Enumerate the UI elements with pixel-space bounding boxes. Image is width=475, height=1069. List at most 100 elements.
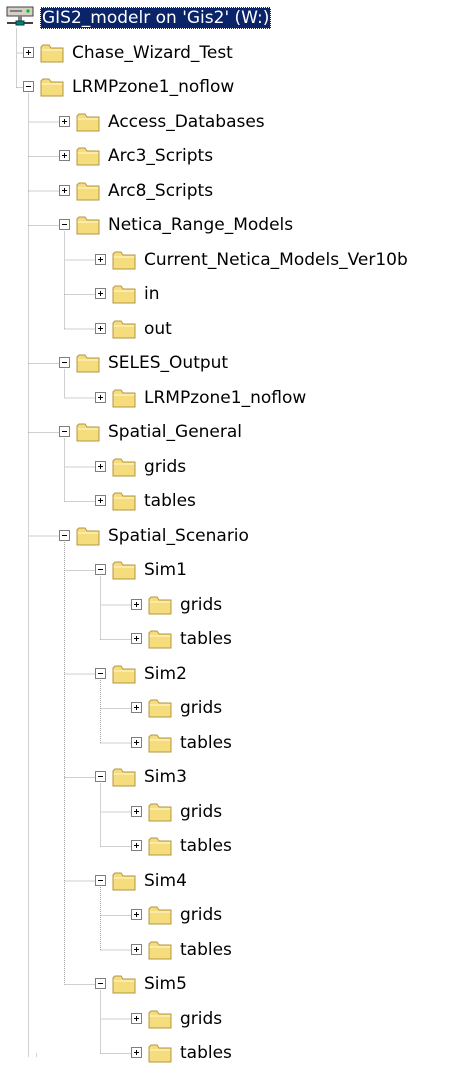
folder-label[interactable]: in xyxy=(142,283,162,305)
folder-label[interactable]: Sim3 xyxy=(142,766,189,788)
folder-icon xyxy=(148,801,173,823)
folder-label[interactable]: grids xyxy=(178,594,224,616)
collapse-minus-icon[interactable] xyxy=(95,978,106,989)
folder-label[interactable]: Chase_Wizard_Test xyxy=(70,42,235,64)
tree-node[interactable]: Sim2 xyxy=(0,662,475,688)
tree-node[interactable]: LRMPzone1_noflow xyxy=(0,75,475,101)
folder-label[interactable]: grids xyxy=(178,1008,224,1030)
tree-node[interactable]: Access_Databases xyxy=(0,110,475,136)
expand-plus-icon[interactable] xyxy=(95,288,106,299)
tree-node[interactable]: Arc3_Scripts xyxy=(0,144,475,170)
expand-plus-icon[interactable] xyxy=(131,840,142,851)
tree-node[interactable]: tables xyxy=(0,1041,475,1067)
expand-plus-icon[interactable] xyxy=(95,460,106,472)
folder-label[interactable]: grids xyxy=(178,801,224,823)
folder-label[interactable]: LRMPzone1_noflow xyxy=(70,76,236,98)
expand-plus-icon[interactable] xyxy=(131,943,142,955)
tree-node[interactable]: Spatial_General xyxy=(0,420,475,446)
expand-plus-icon[interactable] xyxy=(95,495,106,506)
expand-plus-icon[interactable] xyxy=(131,736,142,748)
drive-label[interactable]: GIS2_modelr on 'Gis2' (W:) xyxy=(40,7,272,29)
folder-label[interactable]: Arc8_Scripts xyxy=(106,180,215,202)
folder-label[interactable]: Current_Netica_Models_Ver10b xyxy=(142,249,410,271)
folder-label[interactable]: Sim1 xyxy=(142,559,189,581)
expand-plus-icon[interactable] xyxy=(95,253,106,265)
folder-label[interactable]: tables xyxy=(178,835,234,857)
tree-node[interactable]: Sim4 xyxy=(0,869,475,895)
expand-plus-icon[interactable] xyxy=(131,1012,142,1024)
tree-node[interactable]: tables xyxy=(0,938,475,964)
folder-label[interactable]: grids xyxy=(178,904,224,926)
tree-node[interactable]: LRMPzone1_noflow xyxy=(0,386,475,412)
folder-icon xyxy=(148,904,173,926)
tree-node[interactable]: grids xyxy=(0,455,475,481)
expand-plus-icon[interactable] xyxy=(95,322,106,334)
tree-node[interactable]: out xyxy=(0,317,475,343)
expand-plus-icon[interactable] xyxy=(59,184,70,196)
tree-node[interactable]: SELES_Output xyxy=(0,351,475,377)
expand-plus-icon[interactable] xyxy=(131,633,142,644)
collapse-minus-icon[interactable] xyxy=(95,874,106,886)
expand-plus-icon[interactable] xyxy=(131,702,142,713)
folder-label[interactable]: Sim4 xyxy=(142,870,189,892)
folder-label[interactable]: tables xyxy=(178,732,234,754)
folder-icon xyxy=(148,835,173,857)
collapse-minus-icon[interactable] xyxy=(95,771,106,782)
collapse-minus-icon[interactable] xyxy=(59,426,70,437)
folder-icon xyxy=(148,628,173,650)
folder-icon xyxy=(148,939,173,961)
expand-plus-icon[interactable] xyxy=(95,391,106,403)
tree-node[interactable]: GIS2_modelr on 'Gis2' (W:) xyxy=(0,6,475,32)
expand-plus-icon[interactable] xyxy=(59,115,70,127)
folder-label[interactable]: Access_Databases xyxy=(106,111,267,133)
tree-node[interactable]: grids xyxy=(0,903,475,929)
folder-label[interactable]: tables xyxy=(178,1042,234,1064)
tree-node[interactable]: Sim3 xyxy=(0,765,475,791)
tree-node[interactable]: grids xyxy=(0,800,475,826)
collapse-minus-icon[interactable] xyxy=(95,564,106,575)
folder-label[interactable]: grids xyxy=(142,456,188,478)
tree-node[interactable]: in xyxy=(0,282,475,308)
tree-node[interactable]: Chase_Wizard_Test xyxy=(0,41,475,67)
expand-plus-icon[interactable] xyxy=(59,150,70,161)
collapse-minus-icon[interactable] xyxy=(59,219,70,230)
folder-label[interactable]: LRMPzone1_noflow xyxy=(142,387,308,409)
folder-icon xyxy=(112,249,137,271)
expand-plus-icon[interactable] xyxy=(23,46,34,58)
collapse-minus-icon[interactable] xyxy=(59,357,70,368)
folder-tree-view[interactable]: GIS2_modelr on 'Gis2' (W:) Chase_Wizard_T… xyxy=(0,0,475,1063)
tree-node[interactable]: tables xyxy=(0,731,475,757)
folder-label[interactable]: grids xyxy=(178,697,224,719)
tree-node[interactable]: Sim1 xyxy=(0,558,475,584)
folder-label[interactable]: tables xyxy=(178,628,234,650)
expand-plus-icon[interactable] xyxy=(131,805,142,817)
tree-node[interactable]: tables xyxy=(0,489,475,515)
tree-node[interactable]: tables xyxy=(0,834,475,860)
folder-label[interactable]: SELES_Output xyxy=(106,352,230,374)
tree-node[interactable]: grids xyxy=(0,593,475,619)
folder-label[interactable]: Netica_Range_Models xyxy=(106,214,295,236)
expand-plus-icon[interactable] xyxy=(131,1047,142,1058)
folder-label[interactable]: out xyxy=(142,318,174,340)
tree-node[interactable]: Arc8_Scripts xyxy=(0,179,475,205)
folder-label[interactable]: Sim2 xyxy=(142,663,189,685)
folder-label[interactable]: Sim5 xyxy=(142,973,189,995)
collapse-minus-icon[interactable] xyxy=(59,529,70,541)
folder-icon xyxy=(112,283,137,305)
tree-node[interactable]: grids xyxy=(0,1007,475,1033)
tree-node[interactable]: Sim5 xyxy=(0,972,475,998)
folder-label[interactable]: Spatial_Scenario xyxy=(106,525,251,547)
collapse-minus-icon[interactable] xyxy=(23,81,34,92)
expand-plus-icon[interactable] xyxy=(131,909,142,920)
folder-label[interactable]: Arc3_Scripts xyxy=(106,145,215,167)
tree-node[interactable]: tables xyxy=(0,627,475,653)
tree-node[interactable]: Current_Netica_Models_Ver10b xyxy=(0,248,475,274)
expand-plus-icon[interactable] xyxy=(131,598,142,610)
tree-node[interactable]: Netica_Range_Models xyxy=(0,213,475,239)
folder-label[interactable]: tables xyxy=(142,490,198,512)
folder-label[interactable]: Spatial_General xyxy=(106,421,244,443)
collapse-minus-icon[interactable] xyxy=(95,667,106,679)
tree-node[interactable]: Spatial_Scenario xyxy=(0,524,475,550)
folder-label[interactable]: tables xyxy=(178,939,234,961)
tree-node[interactable]: grids xyxy=(0,696,475,722)
